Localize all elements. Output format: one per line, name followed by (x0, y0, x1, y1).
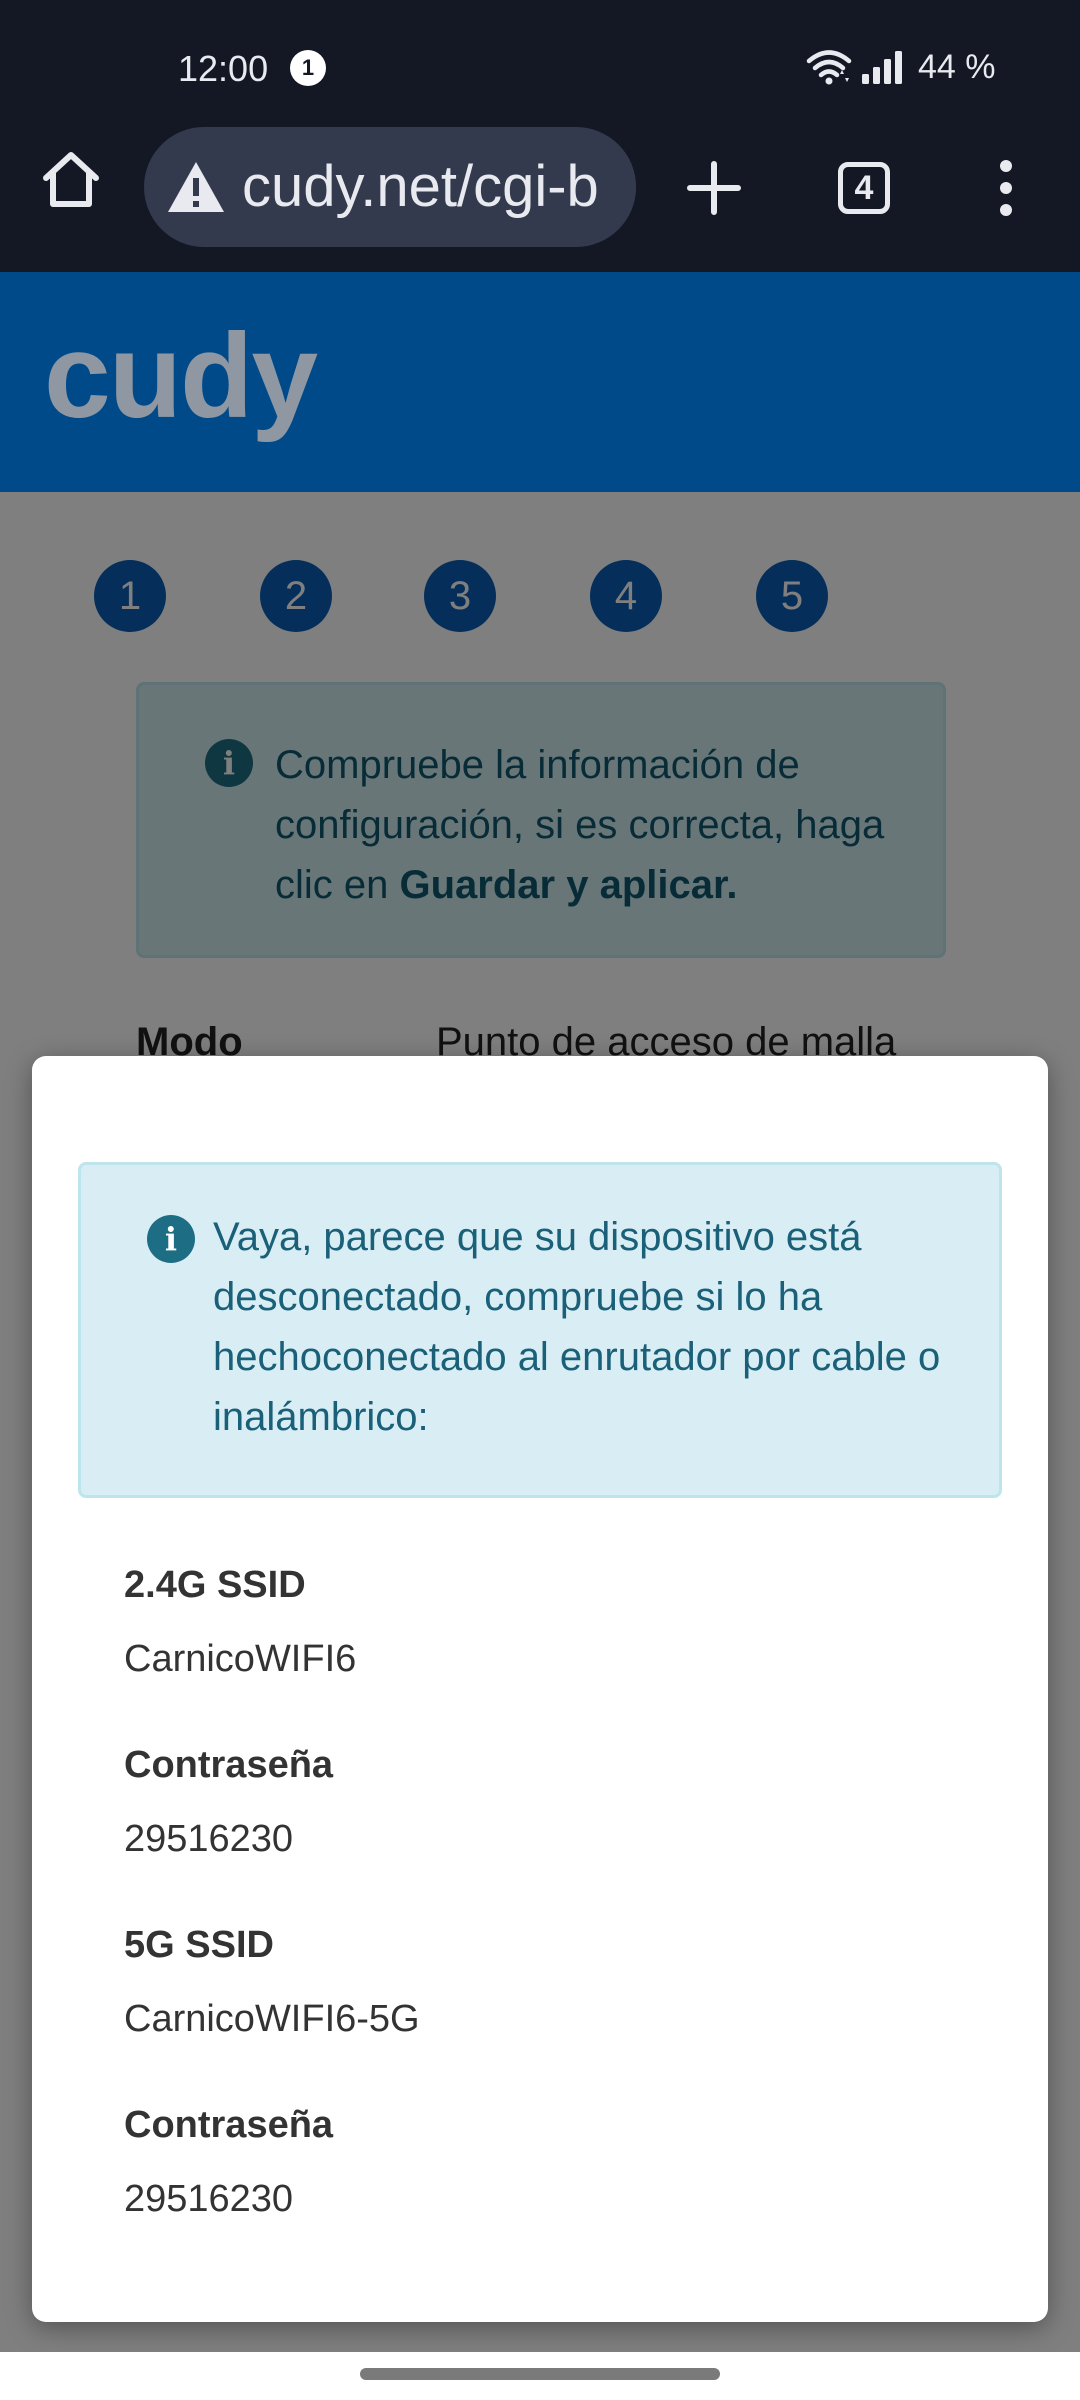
ssid-5g-value: CarnicoWIFI6-5G (124, 1998, 420, 2040)
password-24g-value: 29516230 (124, 1818, 294, 1860)
wifi-icon (806, 50, 852, 85)
ssid-24g-label: 2.4G SSID (124, 1564, 306, 1606)
url-fade (596, 127, 636, 247)
status-bar: 12:00 1 44 % (0, 0, 1080, 130)
signal-icon (862, 51, 902, 84)
password-5g-label: Contraseña (124, 2104, 334, 2146)
disconnected-alert-text: Vaya, parece que su dispositivo está des… (213, 1215, 941, 1439)
password-24g-label: Contraseña (124, 1744, 334, 1786)
status-time: 12:00 (178, 48, 269, 89)
battery-level: 44 % (918, 48, 996, 86)
tabs-icon[interactable]: 4 (838, 162, 890, 214)
gesture-handle[interactable] (360, 2368, 720, 2380)
notification-badge: 1 (290, 50, 326, 86)
ssid-24g-value: CarnicoWIFI6 (124, 1638, 357, 1680)
disconnected-alert: i Vaya, parece que su dispositivo está d… (78, 1162, 1002, 1498)
more-vert-icon[interactable] (990, 156, 1022, 220)
cudy-logo: cudy (44, 309, 318, 443)
password-5g-value: 29516230 (124, 2178, 294, 2220)
info-icon: i (147, 1215, 195, 1263)
home-icon[interactable] (38, 146, 104, 212)
url-text[interactable]: cudy.net/cgi-b (242, 153, 599, 220)
ssid-5g-label: 5G SSID (124, 1924, 274, 1966)
address-bar[interactable]: cudy.net/cgi-b (144, 127, 636, 247)
disconnected-dialog: i Vaya, parece que su dispositivo está d… (32, 1056, 1048, 2322)
plus-icon[interactable] (682, 156, 746, 220)
warning-icon[interactable] (166, 159, 226, 215)
